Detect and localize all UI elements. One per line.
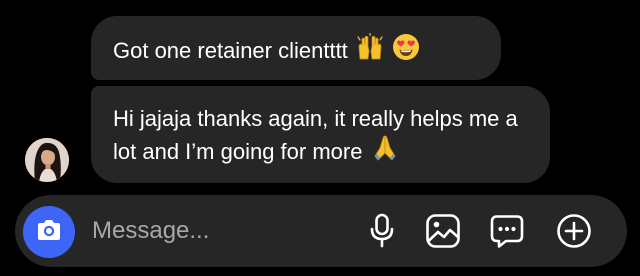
sticker-icon xyxy=(489,213,525,249)
avatar[interactable] xyxy=(25,138,69,182)
message-input[interactable] xyxy=(92,213,342,249)
plus-circle-icon xyxy=(556,213,592,249)
message-text-1: Got one retainer clientttt xyxy=(113,38,348,63)
raising-hands-icon xyxy=(356,32,384,69)
microphone-button[interactable] xyxy=(362,211,402,251)
camera-icon xyxy=(35,218,63,247)
message-bubble-2[interactable]: Hi jajaja thanks again, it really helps … xyxy=(91,86,550,183)
message-text-2: Hi jajaja thanks again, it really helps … xyxy=(113,106,518,164)
microphone-icon xyxy=(367,213,397,249)
gallery-button[interactable] xyxy=(423,211,463,251)
image-icon xyxy=(425,213,461,249)
heart-eyes-icon xyxy=(392,33,420,69)
message-composer xyxy=(15,195,627,267)
message-bubble-1[interactable]: Got one retainer clientttt xyxy=(91,16,501,80)
sticker-button[interactable] xyxy=(487,211,527,251)
camera-button[interactable] xyxy=(23,206,75,258)
folded-hands-icon xyxy=(371,134,399,170)
more-button[interactable] xyxy=(554,211,594,251)
